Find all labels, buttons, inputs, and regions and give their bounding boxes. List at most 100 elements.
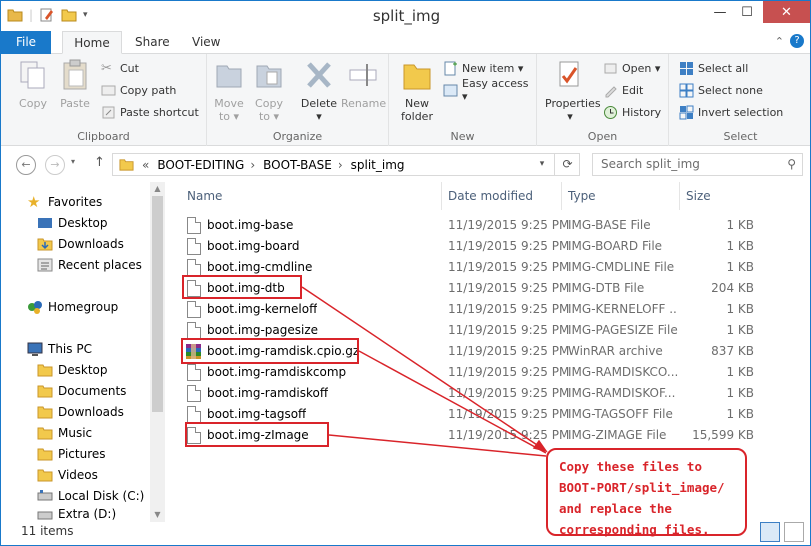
pictures-icon — [37, 448, 53, 461]
search-icon: ⚲ — [787, 157, 796, 171]
rename-button[interactable]: Rename — [341, 58, 386, 110]
overflow-crumbs[interactable]: « — [142, 158, 149, 172]
search-input[interactable]: Search split_img ⚲ — [592, 153, 803, 176]
open-icon — [604, 63, 617, 73]
copy-button[interactable]: Copy — [11, 58, 55, 110]
nav-this-pc[interactable]: This PC — [27, 339, 92, 359]
nav-pc-desktop[interactable]: Desktop — [37, 360, 108, 380]
chevron-right-icon[interactable]: › — [250, 158, 255, 172]
file-row[interactable]: boot.img-board 11/19/2015 9:25 PM IMG-BO… — [179, 236, 799, 257]
minimize-ribbon-icon[interactable]: ⌃ — [775, 35, 784, 48]
delete-button[interactable]: Delete ▾ — [297, 58, 341, 123]
scroll-down-icon[interactable]: ▼ — [150, 508, 165, 522]
homegroup-icon — [28, 301, 42, 314]
edit-button[interactable]: Edit — [603, 80, 643, 100]
file-icon — [187, 217, 201, 234]
nav-pc-downloads[interactable]: Downloads — [37, 402, 124, 422]
drive-icon — [37, 490, 53, 501]
nav-pictures[interactable]: Pictures — [37, 444, 106, 464]
nav-music[interactable]: Music — [37, 423, 92, 443]
open-button[interactable]: Open ▾ — [603, 58, 660, 78]
close-button[interactable]: ✕ — [763, 1, 810, 23]
file-row[interactable]: boot.img-ramdiskoff 11/19/2015 9:25 PM I… — [179, 383, 799, 404]
easy-access-icon — [443, 84, 458, 96]
column-header-type[interactable]: Type — [562, 182, 680, 210]
select-all-button[interactable]: Select all — [679, 58, 748, 78]
invert-selection-button[interactable]: Invert selection — [679, 102, 783, 122]
minimize-button[interactable]: — — [707, 1, 733, 23]
scissors-icon: ✂ — [101, 60, 112, 76]
new-item-button[interactable]: New item ▾ — [443, 58, 523, 78]
copy-to-button[interactable]: Copy to ▾ — [247, 58, 291, 123]
column-header-size[interactable]: Size — [680, 182, 760, 210]
paste-shortcut-icon — [102, 106, 115, 118]
tab-view[interactable]: View — [182, 31, 230, 54]
paste-button[interactable]: Paste — [53, 58, 97, 110]
new-group: New folder New item ▾ Easy access ▾ New — [389, 54, 537, 146]
nav-desktop[interactable]: Desktop — [37, 213, 108, 233]
address-dropdown-icon[interactable]: ▾ — [530, 153, 554, 176]
item-count: 11 items — [21, 524, 74, 538]
scroll-thumb[interactable] — [152, 196, 163, 412]
paste-icon — [63, 59, 87, 90]
back-button[interactable]: ← — [16, 155, 36, 175]
rename-icon — [349, 64, 377, 86]
select-none-icon — [679, 83, 694, 97]
properties-button[interactable]: Properties ▾ — [545, 58, 601, 123]
ribbon: Copy Paste ✂ Cut Copy path Paste shortcu… — [1, 54, 810, 146]
nav-documents[interactable]: Documents — [37, 381, 126, 401]
downloads-icon — [37, 406, 53, 419]
tab-file[interactable]: File — [1, 31, 51, 54]
up-arrow-icon[interactable]: ↑ — [94, 155, 105, 170]
file-row[interactable]: boot.img-ramdiskcomp 11/19/2015 9:25 PM … — [179, 362, 799, 383]
nav-local-disk-c[interactable]: Local Disk (C:) — [37, 486, 144, 506]
open-group: Properties ▾ Open ▾ Edit History Open — [537, 54, 669, 146]
nav-extra-d[interactable]: Extra (D:) — [37, 507, 116, 522]
history-button[interactable]: History — [603, 102, 661, 122]
tab-share[interactable]: Share — [125, 31, 180, 54]
breadcrumb-boot-base[interactable]: BOOT-BASE — [263, 158, 332, 172]
scroll-up-icon[interactable]: ▲ — [150, 182, 165, 196]
breadcrumb-split-img[interactable]: split_img — [351, 158, 405, 172]
move-to-button[interactable]: Move to ▾ — [207, 58, 251, 123]
refresh-button[interactable]: ⟳ — [554, 153, 580, 176]
easy-access-button[interactable]: Easy access ▾ — [443, 77, 536, 103]
nav-favorites[interactable]: ★ Favorites — [27, 192, 102, 212]
nav-homegroup[interactable]: Homegroup — [27, 297, 118, 317]
music-icon — [37, 427, 53, 440]
address-bar[interactable]: « BOOT-EDITING › BOOT-BASE › split_img — [112, 153, 580, 176]
nav-recent-places[interactable]: Recent places — [37, 255, 142, 275]
nav-videos[interactable]: Videos — [37, 465, 98, 485]
breadcrumb-boot-editing[interactable]: BOOT-EDITING — [157, 158, 244, 172]
select-none-button[interactable]: Select none — [679, 80, 763, 100]
file-icon — [187, 406, 201, 423]
star-icon: ★ — [27, 193, 41, 211]
help-icon[interactable]: ? — [790, 34, 804, 48]
file-icon — [187, 301, 201, 318]
folder-icon — [119, 159, 134, 171]
column-header-date[interactable]: Date modified — [442, 182, 562, 210]
videos-icon — [37, 469, 53, 482]
nav-scrollbar[interactable]: ▲ ▼ — [150, 182, 165, 522]
forward-button[interactable]: → — [45, 155, 65, 175]
title-bar: | ▾ split_img — ☐ ✕ — [1, 1, 810, 31]
cut-button[interactable]: ✂ Cut — [101, 58, 139, 78]
chevron-right-icon[interactable]: › — [338, 158, 343, 172]
recent-places-icon — [37, 258, 53, 272]
explorer-window: | ▾ split_img — ☐ ✕ File Home Share View… — [0, 0, 811, 546]
file-row[interactable]: boot.img-base 11/19/2015 9:25 PM IMG-BAS… — [179, 215, 799, 236]
annotation-callout: Copy these files to BOOT-PORT/split_imag… — [546, 448, 747, 537]
navigation-pane: ★ Favorites Desktop Downloads Recent pla… — [1, 182, 166, 522]
nav-downloads[interactable]: Downloads — [37, 234, 124, 254]
maximize-button[interactable]: ☐ — [733, 1, 761, 23]
paste-shortcut-button[interactable]: Paste shortcut — [101, 102, 199, 122]
file-row[interactable]: boot.img-kerneloff 11/19/2015 9:25 PM IM… — [179, 299, 799, 320]
new-folder-button[interactable]: New folder — [395, 58, 439, 123]
details-view-button[interactable] — [760, 522, 780, 542]
large-icons-view-button[interactable] — [784, 522, 804, 542]
copy-path-button[interactable]: Copy path — [101, 80, 176, 100]
recent-locations-icon[interactable]: ▾ — [71, 157, 75, 166]
select-label: Select — [723, 130, 758, 143]
column-header-name[interactable]: Name — [181, 182, 442, 210]
tab-home[interactable]: Home — [62, 31, 122, 54]
